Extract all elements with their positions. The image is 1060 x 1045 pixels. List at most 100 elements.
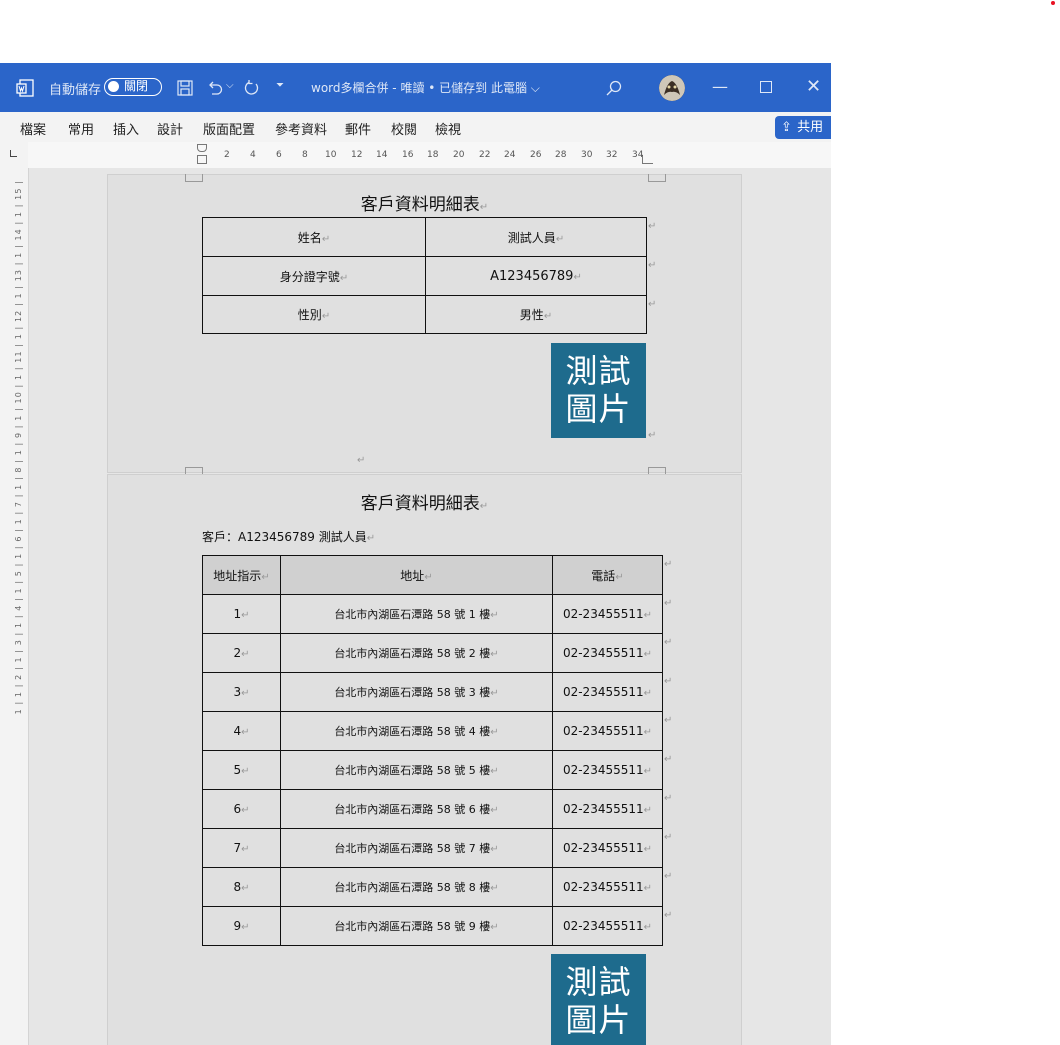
tab-design[interactable]: 設計 — [157, 119, 183, 138]
table-cell[interactable]: 身分證字號↵ — [202, 256, 426, 296]
table-cell[interactable]: 男性↵ — [425, 295, 647, 334]
notification-dot — [1051, 1, 1055, 5]
table-cell[interactable]: 3↵ — [202, 672, 281, 712]
table-cell[interactable]: 性別↵ — [202, 295, 426, 334]
column-header[interactable]: 地址指示↵ — [202, 555, 281, 595]
table-cell[interactable]: 02-23455511↵ — [552, 789, 663, 829]
table-row: 身分證字號↵ A123456789↵ — [202, 256, 647, 296]
margin-corner — [185, 174, 203, 182]
tab-insert[interactable]: 插入 — [113, 119, 139, 138]
end-of-row-mark: ↵ — [648, 221, 657, 232]
document-page-1[interactable]: 客戶資料明細表↵ 姓名↵ 測試人員↵ 身分證字號↵ A123456789↵ 性別… — [107, 174, 742, 475]
table-cell[interactable]: 6↵ — [202, 789, 281, 829]
tab-references[interactable]: 參考資料 — [275, 119, 327, 138]
end-of-row-mark: ↵ — [664, 559, 673, 570]
column-header[interactable]: 電話↵ — [552, 555, 663, 595]
table-row: 1↵ 台北市內湖區石潭路 58 號 1 樓↵ 02-23455511↵ — [202, 594, 663, 634]
table-cell[interactable]: 2↵ — [202, 633, 281, 673]
table-cell[interactable]: 7↵ — [202, 828, 281, 868]
ruler-num: 18 — [427, 150, 439, 160]
search-icon[interactable] — [604, 78, 624, 98]
vertical-ruler-numbers: 1 | 1 | 2 | 1 | 3 | 1 | 4 | 1 | 5 | 1 | … — [14, 180, 23, 715]
end-of-row-mark: ↵ — [648, 299, 657, 310]
left-indent-marker[interactable] — [197, 155, 207, 164]
undo-icon[interactable] — [205, 78, 225, 98]
table-cell[interactable]: 02-23455511↵ — [552, 711, 663, 751]
tab-review[interactable]: 校閱 — [391, 119, 417, 138]
redo-icon[interactable] — [242, 78, 262, 98]
table-cell[interactable]: 02-23455511↵ — [552, 828, 663, 868]
table-cell[interactable]: 台北市內湖區石潭路 58 號 5 樓↵ — [280, 750, 553, 790]
image-text-line: 圖片 — [565, 390, 632, 428]
maximize-icon[interactable] — [760, 81, 772, 93]
user-avatar[interactable] — [659, 75, 685, 101]
document-title[interactable]: word多欄合併 - 唯讀 • 已儲存到 此電腦 ⌵ — [311, 79, 540, 96]
ruler-num: 6 — [276, 150, 282, 160]
table-header-row: 地址指示↵ 地址↵ 電話↵ — [202, 555, 663, 595]
test-image[interactable]: 測試 圖片 — [551, 954, 646, 1045]
table-cell[interactable]: 台北市內湖區石潭路 58 號 1 樓↵ — [280, 594, 553, 634]
table-cell[interactable]: 02-23455511↵ — [552, 906, 663, 946]
autosave-label: 自動儲存 — [49, 83, 102, 98]
tab-home[interactable]: 常用 — [68, 119, 94, 138]
save-icon[interactable] — [176, 79, 194, 97]
autosave-toggle[interactable]: 關閉 — [104, 78, 162, 96]
table-cell[interactable]: 台北市內湖區石潭路 58 號 7 樓↵ — [280, 828, 553, 868]
ruler-num: 26 — [530, 150, 542, 160]
ruler-num: 8 — [302, 150, 308, 160]
table-cell[interactable]: 9↵ — [202, 906, 281, 946]
vertical-ruler[interactable]: 1 | 1 | 2 | 1 | 3 | 1 | 4 | 1 | 5 | 1 | … — [0, 168, 29, 1045]
table-cell[interactable]: 5↵ — [202, 750, 281, 790]
document-page-2[interactable]: 客戶資料明細表↵ 客戶：A123456789 測試人員↵ 地址指示↵ 地址↵ 電… — [107, 474, 742, 1045]
table-row: 2↵ 台北市內湖區石潭路 58 號 2 樓↵ 02-23455511↵ — [202, 633, 663, 673]
test-image[interactable]: 測試 圖片 — [551, 343, 646, 438]
end-of-row-mark: ↵ — [664, 910, 673, 921]
undo-dropdown-icon[interactable]: ⌵ — [226, 80, 234, 91]
share-button[interactable]: ⇪ 共用 ⌵ — [775, 116, 831, 158]
table-cell[interactable]: 台北市內湖區石潭路 58 號 6 樓↵ — [280, 789, 553, 829]
table-cell[interactable]: 02-23455511↵ — [552, 633, 663, 673]
table-cell[interactable]: 姓名↵ — [202, 217, 426, 257]
page1-title: 客戶資料明細表↵ — [360, 195, 489, 215]
tab-selector-icon[interactable] — [10, 150, 17, 157]
autosave-state: 關閉 — [124, 79, 149, 93]
table-cell[interactable]: 02-23455511↵ — [552, 672, 663, 712]
table-cell[interactable]: 02-23455511↵ — [552, 867, 663, 907]
table-cell[interactable]: 台北市內湖區石潭路 58 號 2 樓↵ — [280, 633, 553, 673]
table-cell[interactable]: 台北市內湖區石潭路 58 號 9 樓↵ — [280, 906, 553, 946]
customize-quick-access-icon[interactable]: ⏷ — [276, 80, 284, 91]
ribbon-tabs: 檔案 常用 插入 設計 版面配置 參考資料 郵件 校閱 檢視 ⇪ 共用 ⌵ — [0, 112, 831, 158]
word-app-icon — [15, 78, 35, 98]
first-line-indent-marker[interactable] — [197, 144, 207, 152]
table-row: 性別↵ 男性↵ — [202, 295, 647, 334]
table-cell[interactable]: 02-23455511↵ — [552, 594, 663, 634]
table-cell[interactable]: 02-23455511↵ — [552, 750, 663, 790]
table-cell[interactable]: 台北市內湖區石潭路 58 號 3 樓↵ — [280, 672, 553, 712]
tab-layout[interactable]: 版面配置 — [203, 119, 255, 138]
table-cell[interactable]: A123456789↵ — [425, 256, 647, 296]
ruler-num: 30 — [581, 150, 593, 160]
tab-file[interactable]: 檔案 — [20, 119, 46, 138]
ruler-num: 16 — [402, 150, 414, 160]
column-header[interactable]: 地址↵ — [280, 555, 553, 595]
image-text-line: 測試 — [565, 352, 632, 390]
end-of-row-mark: ↵ — [664, 598, 673, 609]
table-cell[interactable]: 1↵ — [202, 594, 281, 634]
horizontal-ruler[interactable]: 2 4 6 8 10 12 14 16 18 20 22 24 26 28 30… — [0, 142, 831, 168]
ruler-num: 22 — [479, 150, 491, 160]
table-cell[interactable]: 測試人員↵ — [425, 217, 647, 257]
tab-mailings[interactable]: 郵件 — [345, 119, 371, 138]
close-icon[interactable]: ✕ — [806, 76, 821, 97]
table-cell[interactable]: 4↵ — [202, 711, 281, 751]
table-cell[interactable]: 8↵ — [202, 867, 281, 907]
right-indent-marker[interactable] — [642, 155, 653, 164]
image-text-line: 圖片 — [565, 1001, 632, 1039]
ruler-num: 20 — [453, 150, 465, 160]
paragraph-mark: ↵ — [648, 430, 657, 441]
ruler-num: 24 — [504, 150, 516, 160]
table-cell[interactable]: 台北市內湖區石潭路 58 號 4 樓↵ — [280, 711, 553, 751]
title-bar: 自動儲存 關閉 ⌵ ⏷ word多欄合併 - 唯讀 • 已儲存到 此電腦 ⌵ —… — [0, 63, 831, 112]
tab-view[interactable]: 檢視 — [435, 119, 461, 138]
minimize-icon[interactable]: — — [712, 77, 728, 96]
table-cell[interactable]: 台北市內湖區石潭路 58 號 8 樓↵ — [280, 867, 553, 907]
